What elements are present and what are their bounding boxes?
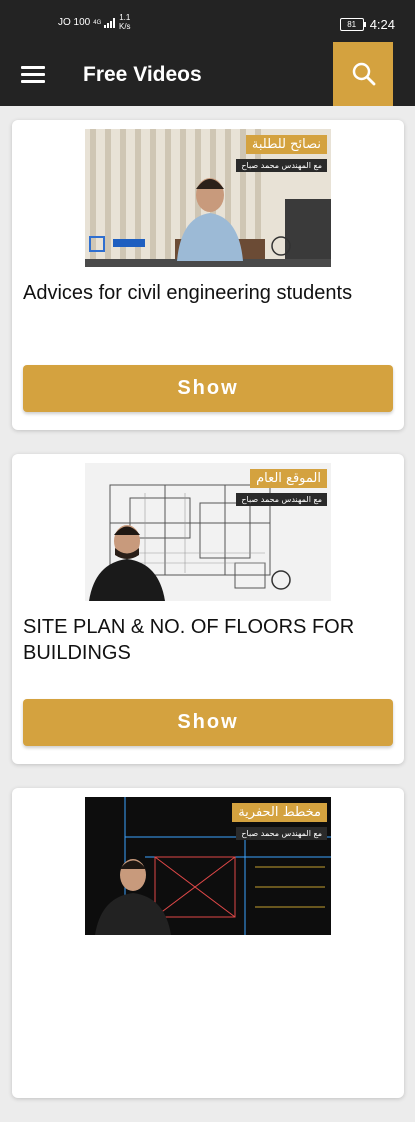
page-title: Free Videos [83, 63, 202, 86]
video-thumbnail[interactable]: نصائح للطلبة مع المهندس محمد صباح [85, 129, 331, 267]
thumbnail-subtitle: مع المهندس محمد صباح [236, 493, 327, 506]
show-button[interactable]: Show [23, 699, 393, 746]
status-bar: JO 100 4G 1.1 K/s 81 4:24 [0, 0, 415, 46]
carrier-label: JO 100 [58, 17, 91, 28]
search-icon [352, 62, 376, 86]
video-title: Advices for civil engineering students [23, 282, 353, 304]
video-title: SITE PLAN & NO. OF FLOORS FOR BUILDINGS [23, 616, 355, 664]
status-right: 81 4:24 [339, 17, 395, 32]
carrier-info: JO 100 4G [58, 17, 116, 28]
video-card: مخطط الحفرية مع المهندس محمد صباح [12, 788, 404, 1098]
network-type: 4G [93, 19, 102, 26]
thumbnail-title: نصائح للطلبة [245, 135, 327, 154]
video-card: نصائح للطلبة مع المهندس محمد صباح Advice… [12, 120, 404, 430]
app-bar: Free Videos [0, 42, 415, 106]
thumbnail-subtitle: مع المهندس محمد صباح [236, 827, 327, 840]
thumbnail-subtitle: مع المهندس محمد صباح [236, 159, 327, 172]
network-speed: 1.1 K/s [119, 13, 131, 31]
thumbnail-title: مخطط الحفرية [232, 803, 327, 822]
signal-icon [104, 17, 116, 28]
hamburger-menu-icon[interactable] [21, 66, 45, 86]
show-button[interactable]: Show [23, 365, 393, 412]
video-thumbnail[interactable]: الموقع العام مع المهندس محمد صباح [85, 463, 331, 601]
video-card: الموقع العام مع المهندس محمد صباح SITE P… [12, 454, 404, 764]
speed-value: 1.1 [119, 13, 131, 22]
video-list: نصائح للطلبة مع المهندس محمد صباح Advice… [12, 120, 404, 1122]
thumbnail-title: الموقع العام [250, 469, 327, 488]
clock: 4:24 [369, 17, 395, 32]
battery-level: 81 [347, 20, 357, 29]
search-button[interactable] [333, 42, 393, 106]
speed-unit: K/s [119, 22, 131, 31]
battery-icon: 81 [339, 18, 366, 31]
video-thumbnail[interactable]: مخطط الحفرية مع المهندس محمد صباح [85, 797, 331, 935]
